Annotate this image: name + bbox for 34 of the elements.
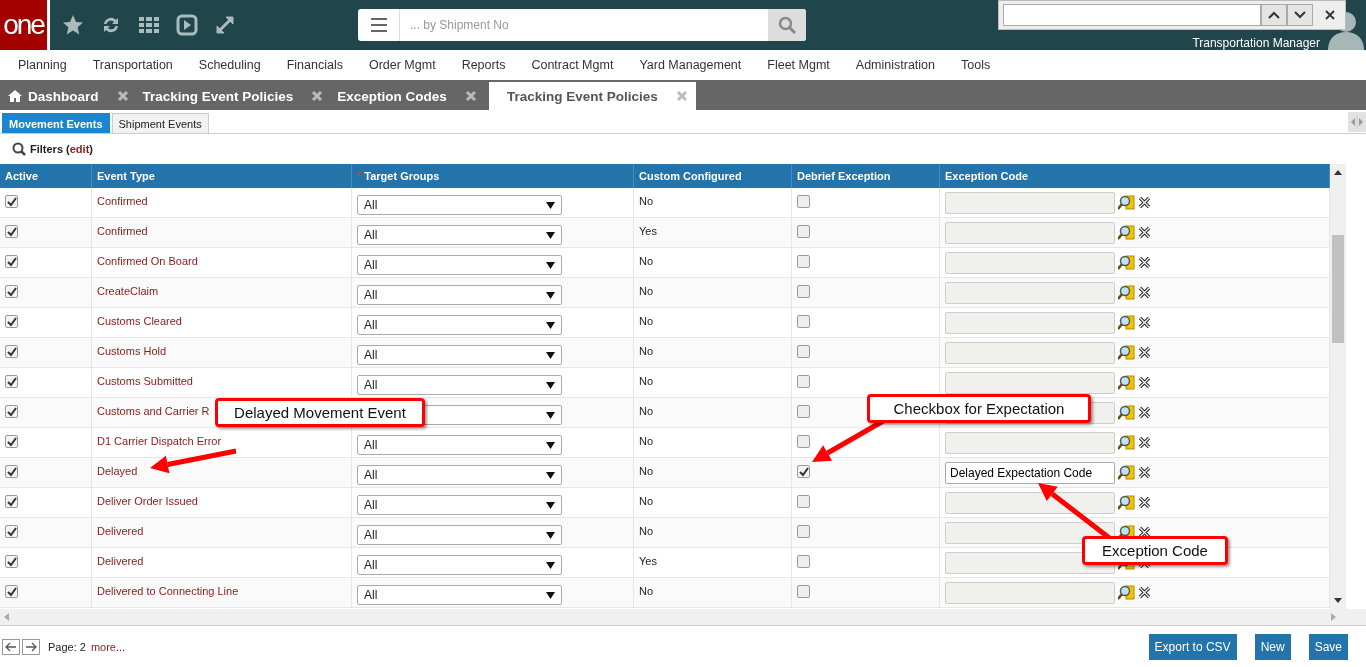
- table-cell: D1 Carrier Dispatch Error: [97, 435, 222, 447]
- table-cell: No: [639, 405, 654, 417]
- table-cell: Delivered: [97, 525, 144, 537]
- table-cell: Delayed: [97, 465, 138, 477]
- table-cell: No: [639, 525, 654, 537]
- annotation-tooltip: Checkbox for Expectation: [867, 394, 1091, 423]
- table-cell: Confirmed: [97, 225, 148, 237]
- annotation-tooltip: Exception Code: [1082, 536, 1228, 565]
- filters-label: Filters (edit): [30, 143, 93, 155]
- table-cell: Yes: [639, 225, 657, 237]
- table-cell: No: [639, 255, 654, 267]
- table-cell: No: [639, 345, 654, 357]
- table-cell: No: [639, 195, 654, 207]
- table-cell: No: [639, 585, 654, 597]
- page-label: Page: 2: [48, 640, 86, 653]
- table-cell: Yes: [639, 555, 657, 567]
- table-cell: No: [639, 285, 654, 297]
- table-cell: No: [639, 465, 654, 477]
- table-cell: Customs Cleared: [97, 315, 182, 327]
- table-cell: Delivered: [97, 555, 144, 567]
- user-role: Transportation Manager: [1192, 36, 1320, 50]
- annotation-tooltip: Delayed Movement Event: [215, 398, 425, 427]
- table-cell: Deliver Order Issued: [97, 495, 198, 507]
- table-cell: No: [639, 435, 654, 447]
- table-cell: Customs and Carrier R: [97, 405, 210, 417]
- table-cell: Customs Hold: [97, 345, 167, 357]
- table-cell: No: [639, 315, 654, 327]
- table-cell: Confirmed: [97, 195, 148, 207]
- table-cell: No: [639, 375, 654, 387]
- table-cell: CreateClaim: [97, 285, 159, 297]
- table-cell: Confirmed On Board: [97, 255, 198, 267]
- table-cell: Customs Submitted: [97, 375, 193, 387]
- table-cell: No: [639, 495, 654, 507]
- table-cell: Delivered to Connecting Line: [97, 585, 239, 597]
